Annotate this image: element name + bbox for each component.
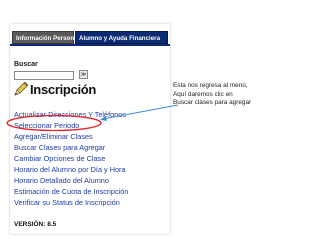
banner-panel: Información Personal Alumno y Ayuda Fina… bbox=[10, 24, 170, 234]
tab-informacion-personal[interactable]: Información Personal bbox=[12, 31, 79, 44]
annotation-line-3: Buscar clases para agregar bbox=[173, 99, 252, 107]
tab-underline bbox=[10, 44, 170, 46]
annotation-line-2: Aquí daremos clic en bbox=[173, 90, 233, 98]
menu-item-cambiar-opciones[interactable]: Cambiar Opciones de Clase bbox=[14, 154, 105, 164]
search-input[interactable] bbox=[14, 71, 74, 80]
annotation-line-1: Esta nos regresa al menú, bbox=[173, 82, 248, 89]
annotation-text: Esta nos regresa al menú, Aquí daremos c… bbox=[173, 82, 285, 108]
pencil-icon bbox=[14, 81, 29, 96]
menu-item-horario-dia-hora[interactable]: Horario del Alumno por Día y Hora bbox=[14, 165, 126, 175]
menu-item-verificar-status[interactable]: Verificar su Status de Inscripción bbox=[14, 198, 120, 208]
version-label: VERSIÓN: 8.5 bbox=[14, 221, 57, 228]
search-label: Buscar bbox=[14, 61, 38, 68]
menu-item-horario-detallado[interactable]: Horario Detallado del Alumno bbox=[14, 176, 109, 186]
menu-item-estimacion-cuota[interactable]: Estimación de Cuota de Inscripción bbox=[14, 187, 128, 197]
menu-item-buscar-clases[interactable]: Buscar Clases para Agregar bbox=[14, 143, 105, 153]
menu-item-agregar-eliminar-clases[interactable]: Agregar/Eliminar Clases bbox=[14, 132, 93, 142]
tab-bar: Información Personal Alumno y Ayuda Fina… bbox=[10, 31, 170, 44]
tab-alumno-ayuda-financiera[interactable]: Alumno y Ayuda Financiera bbox=[75, 31, 168, 44]
page-title: Inscripción bbox=[30, 82, 97, 97]
search-go-button[interactable]: ≫ bbox=[79, 70, 88, 79]
menu-item-actualizar-direcciones[interactable]: Actualizar Direcciones Y Teléfonos bbox=[14, 110, 126, 120]
menu-item-seleccionar-periodo[interactable]: Seleccionar Periodo bbox=[14, 121, 79, 131]
